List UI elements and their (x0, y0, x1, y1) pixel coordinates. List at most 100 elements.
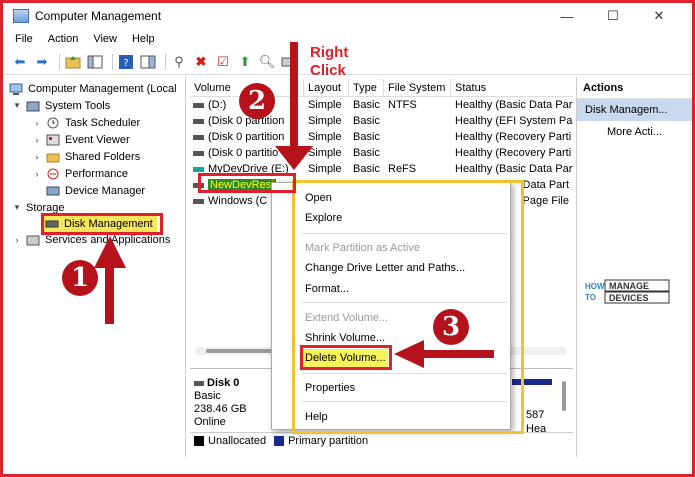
arrow-up-icon[interactable]: ⬆ (236, 53, 254, 71)
disk-icon[interactable] (280, 53, 298, 71)
logo-devices: DEVICES (609, 293, 649, 303)
chevron-down-icon[interactable]: ▾ (11, 202, 23, 213)
layout-cell: Simple (308, 147, 342, 159)
system-tools-icon (26, 100, 40, 112)
toolbar-separator (165, 53, 166, 70)
drive-icon (193, 198, 204, 204)
right-click-label: Right Click (310, 44, 349, 79)
disk-management-highlight (41, 213, 163, 235)
tree-label-event-viewer: Event Viewer (65, 133, 130, 146)
window-title: Computer Management (35, 9, 162, 23)
fs-cell: NTFS (388, 99, 417, 111)
status-cell: Healthy (EFI System Par (455, 115, 573, 127)
tree-item-device-manager[interactable]: Device Manager (46, 182, 145, 199)
chevron-down-icon[interactable]: ▾ (11, 100, 23, 111)
drive-icon (193, 134, 204, 140)
up-folder-icon[interactable] (64, 53, 82, 71)
column-layout[interactable]: Layout (304, 79, 349, 96)
step-badge-3: 3 (433, 309, 469, 345)
toolbar-separator (59, 53, 60, 70)
tree-item-performance[interactable]: › Performance (31, 165, 128, 182)
menu-action[interactable]: Action (48, 33, 79, 45)
status-cell: Healthy (Recovery Parti (455, 147, 572, 159)
howto-manage-devices-logo: HOW TO MANAGE DEVICES (583, 276, 673, 310)
disk-state: Online (194, 416, 226, 428)
menu-file[interactable]: File (15, 33, 33, 45)
volume-name: (Disk 0 partitio (208, 147, 279, 159)
chevron-right-icon[interactable]: › (31, 169, 43, 179)
minimize-button[interactable]: — (544, 3, 590, 29)
title-bar: Computer Management — ☐ ✕ (3, 3, 692, 29)
layout-cell: Simple (308, 99, 342, 111)
chevron-right-icon[interactable]: › (31, 135, 43, 145)
logo-graphic: HOW TO MANAGE DEVICES (585, 279, 670, 304)
logo-manage: MANAGE (609, 281, 649, 291)
context-menu-highlight (292, 180, 524, 434)
volume-highlight (198, 173, 296, 193)
svg-text:?: ? (123, 58, 128, 69)
performance-icon (46, 168, 60, 180)
tree-label-storage: Storage (26, 201, 65, 214)
tree-label-performance: Performance (65, 167, 128, 180)
actions-pane: Actions Disk Managem... More Acti... (576, 77, 692, 457)
chevron-right-icon[interactable]: › (31, 152, 43, 162)
tree-label-shared-folders: Shared Folders (65, 150, 141, 163)
chevron-right-icon[interactable]: › (11, 235, 23, 245)
column-status[interactable]: Status (451, 79, 573, 96)
forward-arrow-icon[interactable]: ➡ (33, 53, 51, 71)
close-button[interactable]: ✕ (636, 3, 682, 29)
tree-item-system-tools[interactable]: ▾ System Tools (11, 97, 110, 114)
logo-to: TO (585, 293, 596, 302)
type-cell: Basic (353, 99, 380, 111)
device-manager-icon (46, 185, 60, 197)
fs-cell (384, 113, 451, 129)
show-hide-tree-icon[interactable] (86, 53, 104, 71)
maximize-button[interactable]: ☐ (590, 3, 636, 29)
legend: Unallocated Primary partition (190, 432, 573, 448)
actions-title: Actions (577, 77, 692, 99)
partition-size-fragment: 587 (526, 409, 545, 421)
menu-help[interactable]: Help (132, 33, 155, 45)
column-file-system[interactable]: File System (384, 79, 451, 96)
connect-icon[interactable]: ⚲ (170, 53, 188, 71)
help-icon[interactable]: ? (117, 53, 135, 71)
tree-item-event-viewer[interactable]: › Event Viewer (31, 131, 130, 148)
fs-cell: ReFS (388, 163, 417, 175)
disk-type: Basic (194, 390, 221, 402)
check-icon[interactable]: ☑ (214, 53, 232, 71)
search-icon[interactable]: 🔍︎ (258, 53, 276, 71)
volume-name: Windows (C (208, 195, 268, 207)
event-viewer-icon (46, 134, 60, 146)
delete-icon[interactable]: ✖ (192, 53, 210, 71)
tree-label-services: Services and Applications (45, 233, 171, 246)
fs-cell (384, 145, 451, 161)
computer-management-icon (13, 9, 29, 23)
tree-item-task-scheduler[interactable]: › Task Scheduler (31, 114, 141, 131)
chevron-right-icon[interactable]: › (31, 118, 43, 128)
disk-info[interactable]: Disk 0 Basic 238.46 GB Online (194, 377, 274, 429)
shared-folder-icon (46, 151, 60, 163)
step-badge-2: 2 (239, 83, 275, 119)
legend-primary: Primary partition (288, 434, 369, 447)
actions-disk-management[interactable]: Disk Managem... (577, 99, 692, 121)
toolbar-separator (112, 53, 113, 70)
type-cell: Basic (353, 163, 380, 175)
status-cell: Healthy (Basic Data Part (455, 99, 573, 111)
actions-more[interactable]: More Acti... (577, 121, 692, 143)
volume-name: (Disk 0 partition (208, 131, 285, 143)
unallocated-swatch (194, 435, 204, 446)
type-cell: Basic (353, 115, 380, 127)
properties-pane-icon[interactable] (139, 53, 157, 71)
tree-label-task-scheduler: Task Scheduler (65, 116, 141, 129)
tree-item-computer-management[interactable]: Computer Management (Local (9, 80, 177, 97)
table-row[interactable]: (Disk 0 partition Simple Basic Healthy (… (190, 129, 573, 145)
back-arrow-icon[interactable]: ⬅ (11, 53, 29, 71)
layout-cell: Simple (308, 163, 342, 175)
menu-view[interactable]: View (93, 33, 117, 45)
table-row[interactable]: (Disk 0 partitio Simple Basic Healthy (R… (190, 145, 573, 161)
dev-drive-icon (193, 166, 204, 172)
column-type[interactable]: Type (349, 79, 384, 96)
vertical-scrollbar[interactable] (562, 381, 566, 411)
legend-unallocated: Unallocated (208, 434, 267, 447)
tree-item-shared-folders[interactable]: › Shared Folders (31, 148, 141, 165)
